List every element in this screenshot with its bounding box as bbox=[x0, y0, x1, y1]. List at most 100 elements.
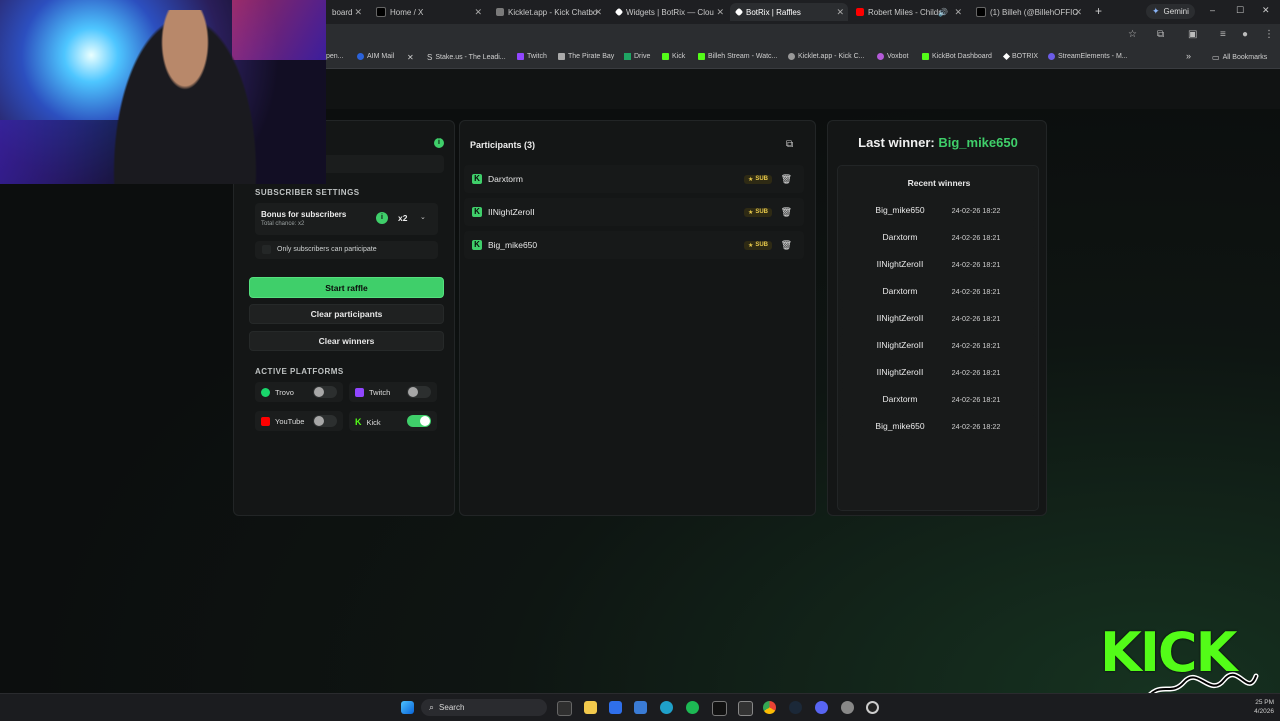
epic-games-icon[interactable] bbox=[738, 701, 753, 716]
close-tab-icon[interactable]: ✕ bbox=[1074, 7, 1082, 18]
bookmark-item[interactable]: S Stake.us - The Leadi... bbox=[427, 53, 506, 62]
twitch-toggle[interactable] bbox=[407, 386, 431, 398]
sub-badge-label: SUB bbox=[755, 242, 768, 248]
trovo-icon bbox=[261, 388, 270, 397]
chrome-icon[interactable] bbox=[763, 701, 776, 714]
new-tab-button[interactable]: + bbox=[1095, 4, 1102, 18]
star-icon[interactable]: ☆ bbox=[1128, 29, 1137, 40]
tab-home-x[interactable]: Home / X ✕ bbox=[370, 3, 486, 21]
participant-row: K Darxtorm ★ SUB 🗑 bbox=[464, 165, 804, 193]
bookmark-item[interactable]: The Pirate Bay bbox=[558, 53, 614, 60]
windows-start-icon[interactable] bbox=[401, 701, 414, 714]
close-tab-icon[interactable]: ✕ bbox=[954, 7, 962, 18]
more-bookmarks-button[interactable]: » bbox=[1186, 51, 1191, 61]
tab-kicklet[interactable]: Kicklet.app - Kick Chatbo ✕ bbox=[490, 3, 606, 21]
clear-winners-button[interactable]: Clear winners bbox=[249, 331, 444, 351]
edge-icon[interactable] bbox=[660, 701, 673, 714]
clear-participants-button[interactable]: Clear participants bbox=[249, 304, 444, 324]
close-tab-icon[interactable]: ✕ bbox=[474, 7, 482, 18]
bookmark-item[interactable]: StreamElements - M... bbox=[1048, 53, 1128, 60]
x-icon bbox=[376, 7, 386, 17]
gemini-icon: ✦ bbox=[1152, 6, 1160, 16]
bookmark-item[interactable]: Twitch bbox=[517, 53, 547, 60]
bonus-subtitle: Total chance: x2 bbox=[261, 221, 305, 227]
system-clock[interactable]: 25 PM 4/2026 bbox=[1254, 698, 1274, 716]
kick-toggle[interactable] bbox=[407, 415, 431, 427]
tab-billeh-x[interactable]: (1) Billeh (@BillehOFFIC ✕ bbox=[970, 3, 1086, 21]
tab-widgets-botrix[interactable]: Widgets | BotRix — Clou ✕ bbox=[610, 3, 728, 21]
aim-icon bbox=[357, 53, 364, 60]
botrix-icon bbox=[1002, 52, 1011, 61]
winner-row: IINightZeroII 24-02-26 18:21 bbox=[840, 334, 1036, 356]
kick-icon bbox=[698, 53, 705, 60]
bookmark-item[interactable]: BOTRIX bbox=[1002, 52, 1038, 61]
menu-icon[interactable]: ⋮ bbox=[1264, 29, 1274, 40]
bookmark-label: Kicklet.app - Kick C... bbox=[798, 53, 865, 60]
info-icon[interactable]: i bbox=[376, 212, 388, 224]
copy-icon[interactable]: ⧉ bbox=[786, 139, 793, 150]
participant-row: K Big_mike650 ★ SUB 🗑 bbox=[464, 231, 804, 259]
winner-time: 24-02-26 18:21 bbox=[951, 341, 1001, 350]
start-raffle-button[interactable]: Start raffle bbox=[249, 277, 444, 298]
kick-icon: K bbox=[472, 174, 482, 184]
store-icon[interactable] bbox=[609, 701, 622, 714]
tab-board[interactable]: board ✕ bbox=[326, 3, 366, 21]
outlook-icon[interactable] bbox=[634, 701, 647, 714]
minimize-button[interactable]: – bbox=[1210, 5, 1215, 15]
windows-taskbar: ⌕ Search 25 PM 4/2026 bbox=[0, 693, 1280, 721]
x-app-icon[interactable] bbox=[712, 701, 727, 716]
obs-icon[interactable] bbox=[866, 701, 879, 714]
discord-icon[interactable] bbox=[815, 701, 828, 714]
speaker-icon[interactable]: 🔊 bbox=[938, 8, 948, 17]
profile-icon[interactable]: ● bbox=[1242, 29, 1248, 40]
tab-robert-miles[interactable]: Robert Miles - Childr 🔊 ✕ bbox=[850, 3, 966, 21]
trash-icon[interactable]: 🗑 bbox=[781, 207, 792, 218]
bookmark-item[interactable]: Voxbot bbox=[877, 53, 908, 60]
bookmark-item[interactable]: AIM Mail bbox=[357, 53, 394, 60]
sub-badge: ★ SUB bbox=[743, 174, 772, 184]
bookmark-item[interactable]: ✕ bbox=[407, 53, 414, 62]
all-bookmarks-button[interactable]: ▭ All Bookmarks bbox=[1212, 53, 1267, 62]
bookmark-label: Twitch bbox=[527, 53, 547, 60]
winner-row: Darxtorm 24-02-26 18:21 bbox=[840, 388, 1036, 410]
media-icon[interactable]: ≡ bbox=[1220, 29, 1226, 40]
extensions-icon[interactable]: ⧉ bbox=[1157, 29, 1164, 40]
close-tab-icon[interactable]: ✕ bbox=[836, 7, 844, 18]
spotify-icon[interactable] bbox=[686, 701, 699, 714]
tab-botrix-raffles[interactable]: BotRix | Raffles ✕ bbox=[730, 3, 848, 21]
sub-badge: ★ SUB bbox=[743, 207, 772, 217]
only-subscribers-label: Only subscribers can participate bbox=[277, 246, 377, 253]
bookmark-item[interactable]: pen... bbox=[326, 53, 344, 60]
bookmark-item[interactable]: Drive bbox=[624, 53, 650, 60]
gemini-button[interactable]: ✦ Gemini bbox=[1146, 4, 1195, 19]
bookmark-item[interactable]: Kick bbox=[662, 53, 685, 60]
star-icon: ★ bbox=[747, 176, 754, 183]
settings-icon[interactable] bbox=[841, 701, 854, 714]
trash-icon[interactable]: 🗑 bbox=[781, 240, 792, 251]
stake-icon: S bbox=[427, 53, 433, 62]
task-view-icon[interactable] bbox=[557, 701, 572, 716]
platform-name: Twitch bbox=[369, 388, 391, 397]
bookmark-item[interactable]: KickBot Dashboard bbox=[922, 53, 992, 60]
youtube-toggle[interactable] bbox=[313, 415, 337, 427]
close-tab-icon[interactable]: ✕ bbox=[594, 7, 602, 18]
bookmark-label: AIM Mail bbox=[367, 53, 395, 60]
file-explorer-icon[interactable] bbox=[584, 701, 597, 714]
twitch-icon bbox=[355, 388, 364, 397]
multiplier-select[interactable]: x2 ⌄ bbox=[393, 210, 431, 226]
participant-name: Darxtorm bbox=[488, 174, 523, 184]
only-subscribers-row[interactable]: Only subscribers can participate bbox=[255, 241, 438, 259]
split-view-icon[interactable]: ▣ bbox=[1188, 29, 1197, 40]
bookmark-item[interactable]: Billeh Stream - Watc... bbox=[698, 53, 777, 60]
close-tab-icon[interactable]: ✕ bbox=[716, 7, 724, 18]
info-icon[interactable]: i bbox=[434, 138, 444, 148]
trovo-toggle[interactable] bbox=[313, 386, 337, 398]
close-tab-icon[interactable]: ✕ bbox=[354, 7, 362, 18]
maximize-button[interactable]: ☐ bbox=[1236, 5, 1244, 16]
only-subscribers-checkbox[interactable] bbox=[262, 245, 271, 254]
bookmark-item[interactable]: Kicklet.app - Kick C... bbox=[788, 53, 865, 60]
close-window-button[interactable]: ✕ bbox=[1262, 5, 1270, 16]
steam-icon[interactable] bbox=[789, 701, 802, 714]
trash-icon[interactable]: 🗑 bbox=[781, 174, 792, 185]
taskbar-search[interactable]: ⌕ Search bbox=[421, 699, 547, 716]
